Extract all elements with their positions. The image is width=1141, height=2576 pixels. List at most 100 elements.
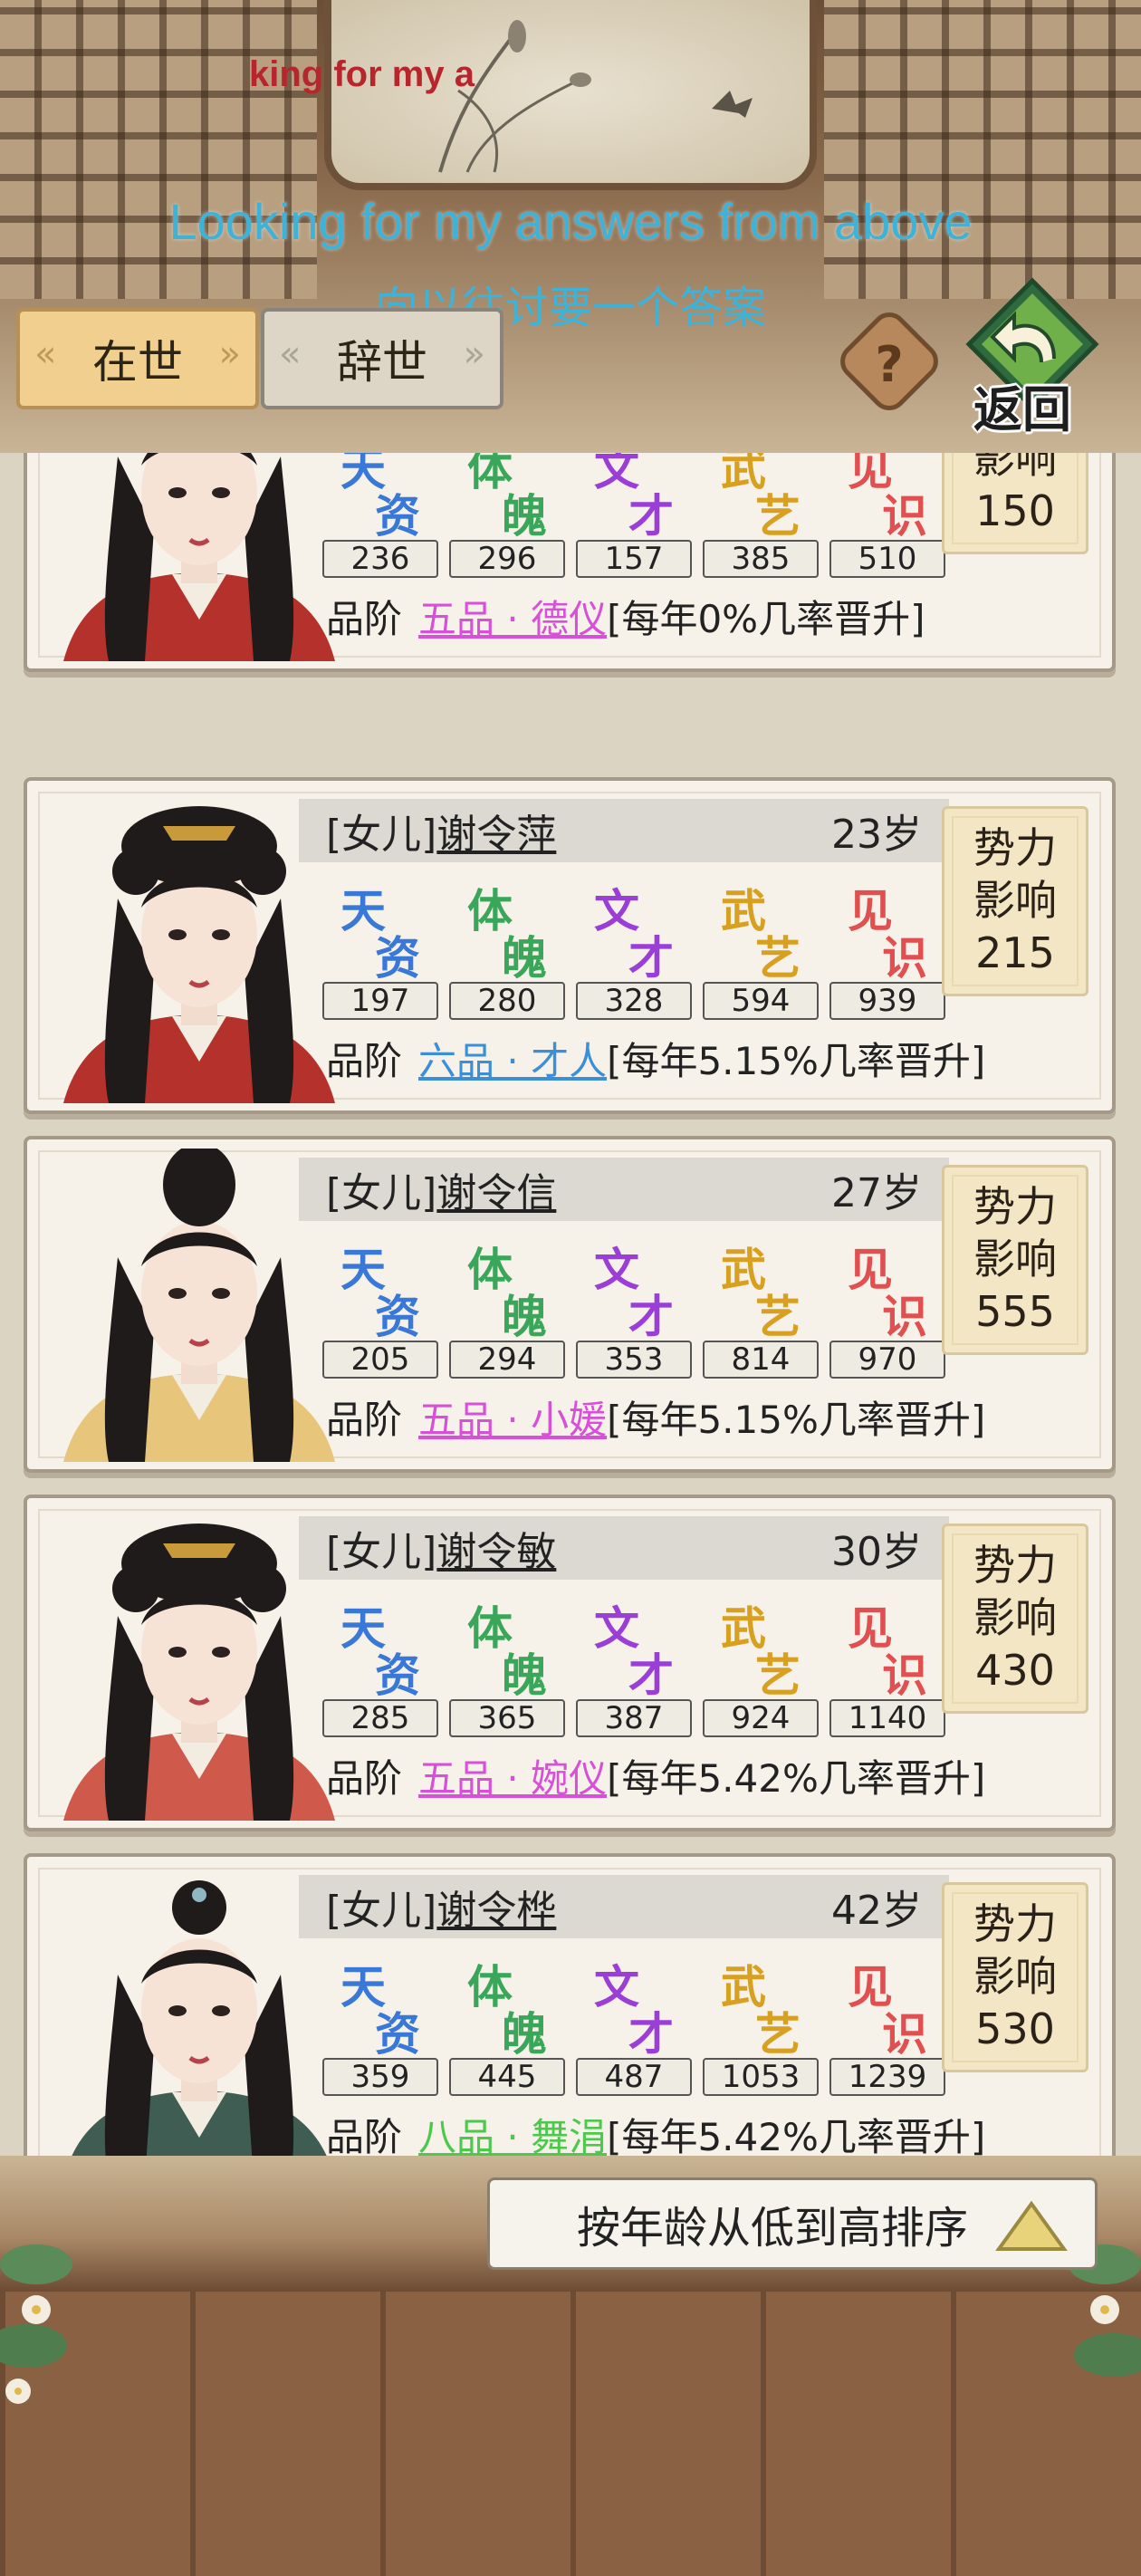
influence-label-line2: 影响 [973,1593,1057,1642]
question-icon[interactable]: ? [849,324,929,404]
influence-label-line2: 影响 [973,876,1057,925]
influence-value: 430 [975,1646,1055,1695]
stat-value: 236 [322,540,438,578]
stat-label: 天 资 [340,884,420,985]
stat-label: 见 识 [848,1960,927,2061]
influence-panel: 势力 影响 555 [942,1165,1088,1355]
member-name-bar: [女儿] 谢令信 27岁 [299,1158,949,1221]
member-relation: [女儿] [326,812,437,858]
influence-label-line1: 势力 [973,1899,1057,1948]
stat-column: 文 才 157 [576,453,692,578]
stat-column: 天 资 197 [322,875,438,1020]
tab-deceased[interactable]: « 辞世 » [261,308,503,409]
rank-name-link[interactable]: 五品 · 德仪 [418,597,607,641]
family-member-card[interactable]: [女儿] 谢令铭 23岁 天 资 236 体 魄 296 [24,453,1116,672]
family-member-card[interactable]: [女儿] 谢令敏 30岁 天 资 285 体 魄 365 文 才 387 武 艺… [24,1495,1116,1831]
stat-column: 武 艺 1053 [703,1951,819,2096]
influence-panel: 势力 影响 215 [942,806,1088,996]
stat-column: 天 资 236 [322,453,438,578]
sort-by-age-button[interactable]: 按年龄从低到高排序 [487,2177,1098,2270]
rank-name-link[interactable]: 五品 · 婉仪 [418,1756,607,1801]
stat-label: 体 魄 [467,453,547,543]
rank-name-link[interactable]: 六品 · 才人 [418,1039,607,1083]
promotion-chance: [每年0%几率晋升] [607,597,925,641]
stat-column: 武 艺 814 [703,1234,819,1379]
stat-value: 205 [322,1341,438,1379]
influence-value: 215 [975,928,1055,977]
influence-value: 530 [975,2004,1055,2053]
stat-value: 814 [703,1341,819,1379]
stat-label: 武 艺 [721,1960,801,2061]
influence-panel: 势力 影响 430 [942,1523,1088,1714]
member-name-link[interactable]: 谢令萍 [436,802,556,860]
stat-column: 文 才 328 [576,875,692,1020]
stat-label: 体 魄 [467,884,547,985]
influence-value: 555 [975,1287,1055,1336]
stat-label: 武 艺 [721,884,801,985]
influence-label-line1: 势力 [973,823,1057,872]
promotion-chance: [每年5.15%几率晋升] [607,1039,986,1083]
tab-ornament-icon: « [279,333,302,375]
stat-label: 见 识 [848,1601,927,1702]
stat-value: 280 [449,982,565,1020]
stat-column: 文 才 353 [576,1234,692,1379]
influence-label-line2: 影响 [973,1952,1057,2001]
rank-name-link[interactable]: 五品 · 小媛 [418,1398,607,1442]
member-name-link[interactable]: 谢令桦 [436,1878,556,1936]
stat-column: 武 艺 594 [703,875,819,1020]
stat-label: 武 艺 [721,1243,801,1343]
stat-value: 296 [449,540,565,578]
stat-value: 365 [449,1699,565,1737]
influence-label-line1: 势力 [973,1541,1057,1590]
family-member-card[interactable]: [女儿] 谢令信 27岁 天 资 205 体 魄 294 文 才 353 武 艺… [24,1136,1116,1473]
stat-value: 939 [829,982,945,1020]
stat-value: 294 [449,1341,565,1379]
stat-label: 文 才 [594,1243,674,1343]
stat-label: 文 才 [594,884,674,985]
family-member-list[interactable]: [女儿] 谢令铭 23岁 天 资 236 体 魄 296 [0,453,1141,2156]
rank-label: 品阶 [326,1756,403,1801]
rank-label: 品阶 [326,2115,403,2156]
member-name-link[interactable]: 谢令敏 [436,1519,556,1577]
window-lattice-right [824,0,1141,299]
portrait-avatar[interactable] [54,453,344,661]
back-label[interactable]: 返回 [973,370,1071,441]
stat-value: 285 [322,1699,438,1737]
tab-alive[interactable]: « 在世 » [16,308,259,409]
family-member-card[interactable]: [女儿] 谢令桦 42岁 天 资 359 体 魄 445 文 才 487 武 艺… [24,1853,1116,2156]
lyric-english: Looking for my answers from above [168,193,973,250]
member-name-bar: [女儿] 谢令萍 23岁 [299,799,949,862]
family-member-card[interactable]: [女儿] 谢令萍 23岁 天 资 197 体 魄 280 文 才 328 武 艺… [24,777,1116,1114]
stat-label: 天 资 [340,1960,420,2061]
tab-deceased-label: 辞世 [337,336,427,389]
rank-row: 品阶 五品 · 婉仪[每年5.42%几率晋升] [326,1748,985,1803]
flower-decoration-icon [0,2244,72,2404]
stat-value: 157 [576,540,692,578]
triangle-up-icon [995,2200,1068,2251]
promotion-chance: [每年5.42%几率晋升] [607,2115,986,2156]
member-relation: [女儿] [326,1529,437,1575]
stat-label: 天 资 [340,453,420,543]
influence-label-line2: 影响 [973,453,1057,483]
stat-label: 武 艺 [721,453,801,543]
influence-value: 150 [975,486,1055,535]
influence-label-line2: 影响 [973,1235,1057,1283]
member-age: 30岁 [831,1529,922,1575]
member-age: 27岁 [831,1170,922,1216]
stat-value: 1239 [829,2058,945,2096]
stat-column: 天 资 205 [322,1234,438,1379]
rank-name-link[interactable]: 八品 · 舞涓 [418,2115,607,2156]
rank-label: 品阶 [326,1398,403,1442]
member-relation: [女儿] [326,1170,437,1216]
member-name-bar: [女儿] 谢令敏 30岁 [299,1516,949,1580]
stat-value: 445 [449,2058,565,2096]
member-name-link[interactable]: 谢令信 [436,1160,556,1218]
stat-column: 体 魄 280 [449,875,565,1020]
stat-label: 体 魄 [467,1960,547,2061]
stat-label: 文 才 [594,453,674,543]
tab-ornament-icon: » [463,333,485,375]
stat-value: 1053 [703,2058,819,2096]
stat-value: 328 [576,982,692,1020]
stat-label: 天 资 [340,1243,420,1343]
tab-alive-label: 在世 [92,336,183,389]
